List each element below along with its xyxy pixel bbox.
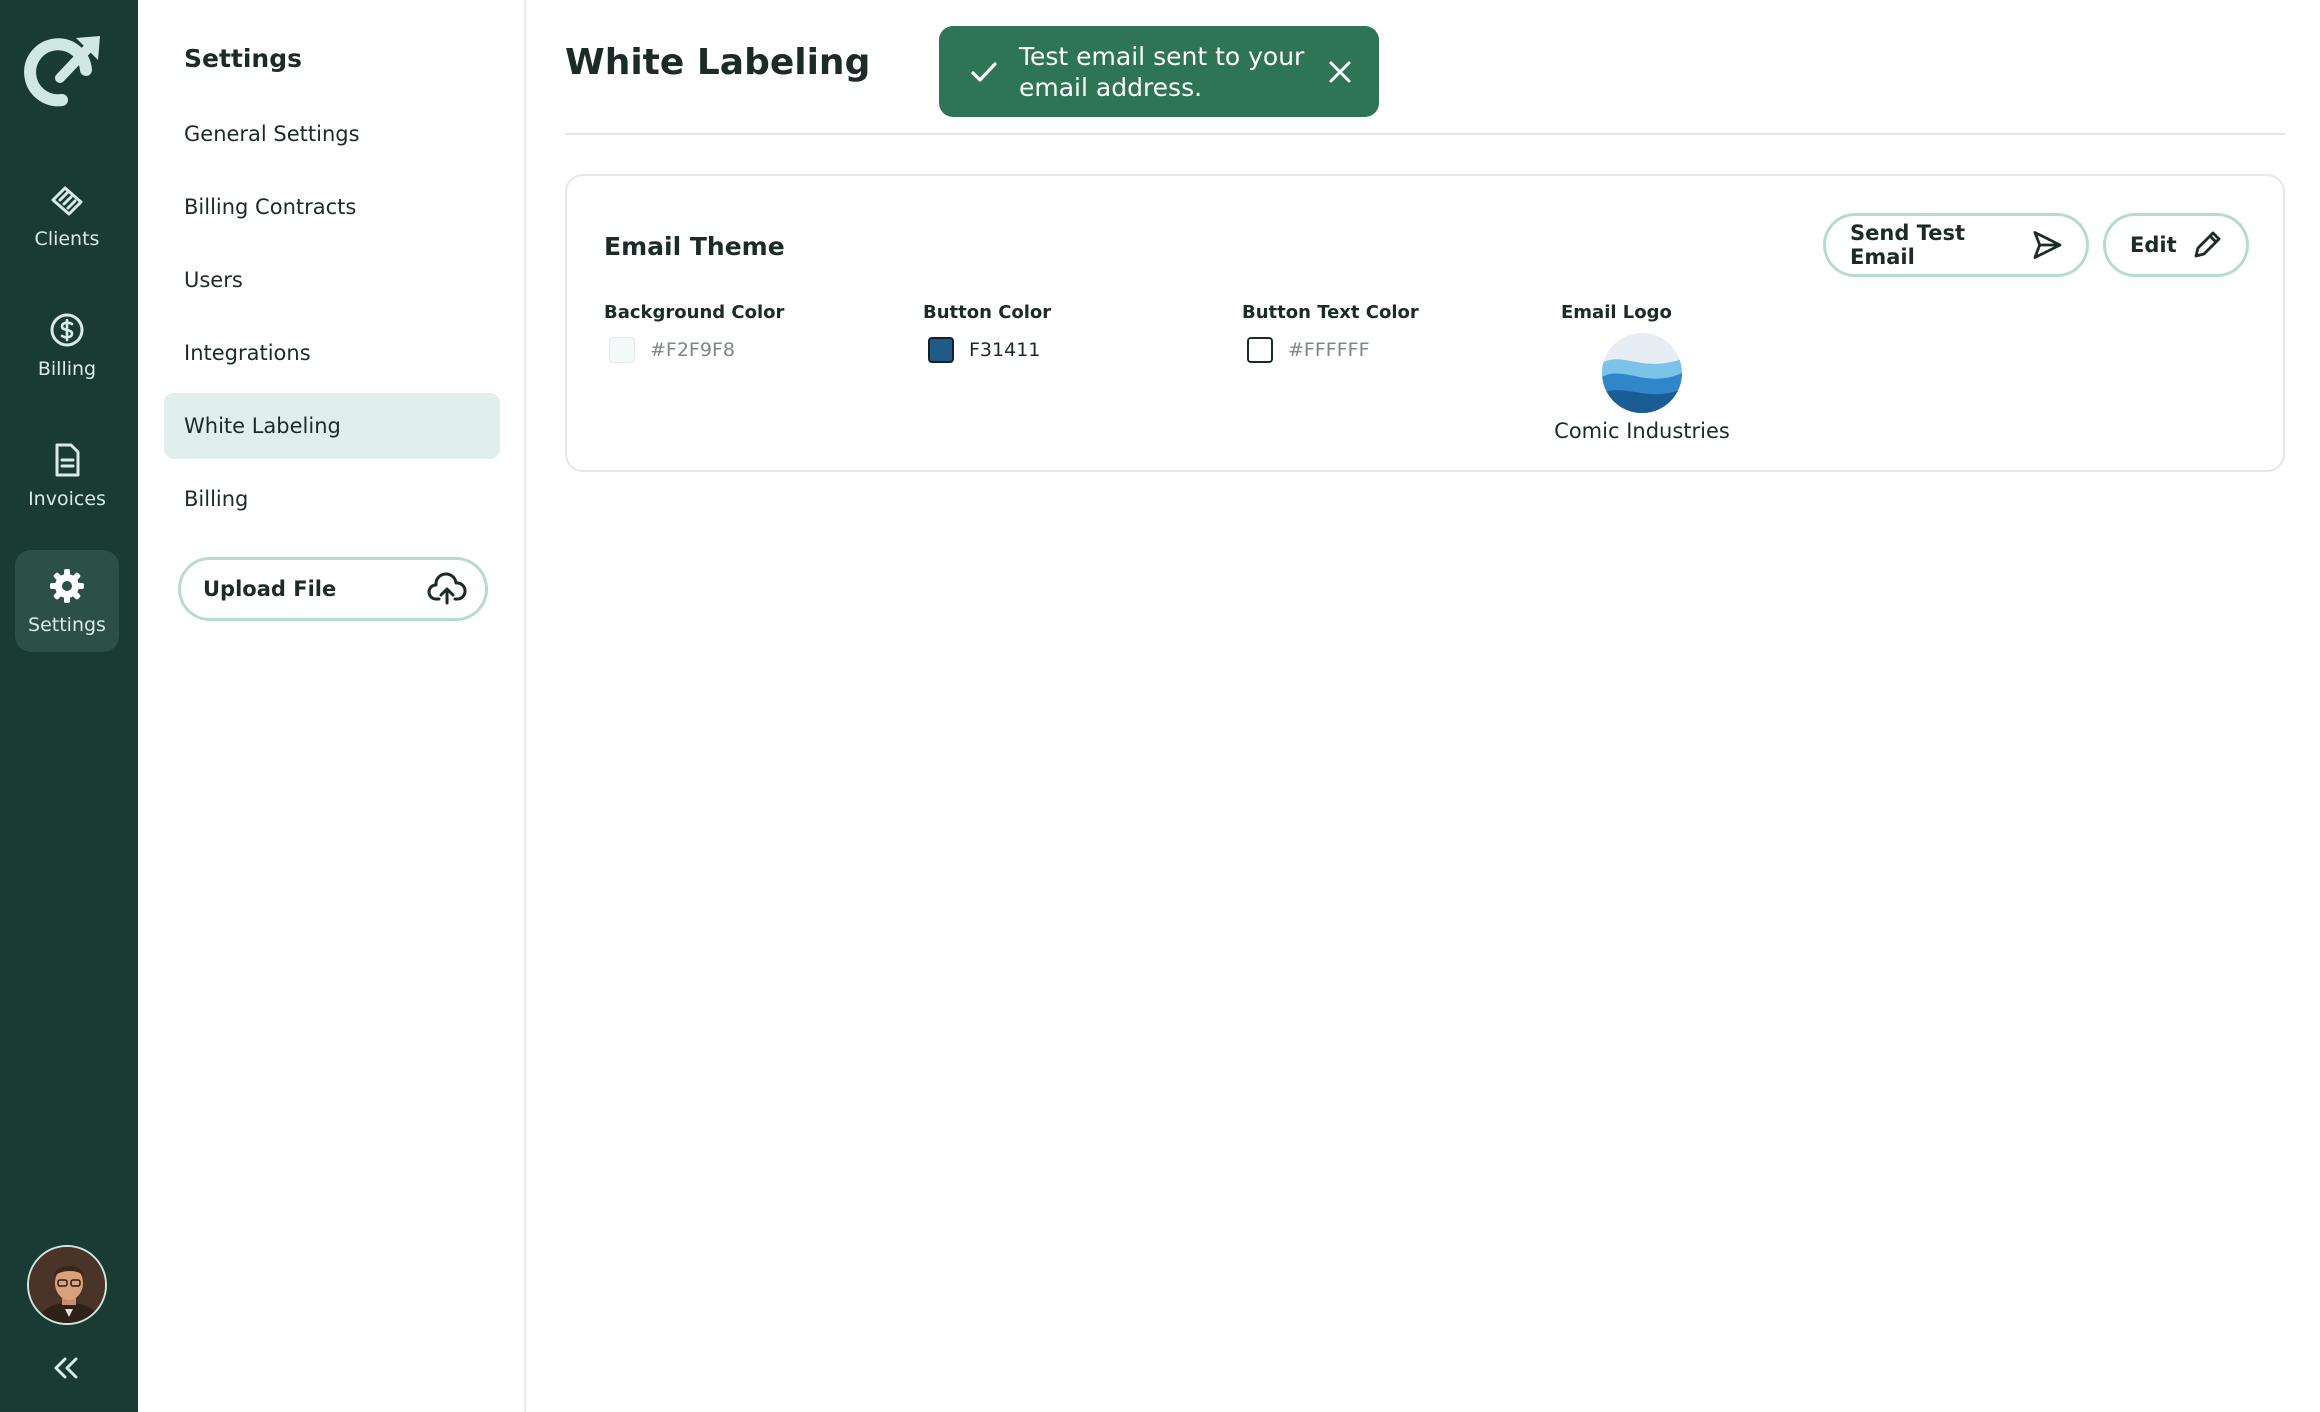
success-toast: Test email sent to your email address.: [939, 26, 1379, 117]
field-button-color: Button Color F31411: [923, 302, 1051, 363]
upload-file-button[interactable]: Upload File: [178, 557, 488, 621]
settings-nav-integrations[interactable]: Integrations: [164, 320, 500, 386]
settings-nav-general-settings[interactable]: General Settings: [164, 101, 500, 167]
upload-file-label: Upload File: [203, 577, 337, 601]
settings-panel-title: Settings: [184, 44, 303, 73]
settings-nav-users[interactable]: Users: [164, 247, 500, 313]
field-label: Background Color: [604, 302, 785, 323]
dollar-circle-icon: [50, 313, 84, 347]
toast-message: Test email sent to your email address.: [1019, 41, 1305, 102]
collapse-sidebar-icon[interactable]: [48, 1350, 84, 1386]
nav-item-label: Billing Contracts: [184, 195, 357, 219]
settings-nav-billing-contracts[interactable]: Billing Contracts: [164, 174, 500, 240]
color-swatch: [609, 337, 635, 363]
field-label: Email Logo: [1561, 302, 1672, 323]
nav-item-label: Integrations: [184, 341, 311, 365]
wave-logo-icon: [1602, 333, 1682, 413]
color-swatch: [928, 337, 954, 363]
field-email-logo: Email Logo Comic Industries: [1554, 302, 1730, 443]
settings-nav-billing[interactable]: Billing: [164, 466, 500, 532]
cloud-upload-icon: [427, 572, 467, 605]
edit-label: Edit: [2130, 233, 2177, 257]
document-icon: [55, 443, 80, 477]
rail-item-label: Settings: [28, 614, 106, 636]
app-logo-icon[interactable]: [24, 28, 108, 112]
field-label: Button Color: [923, 302, 1052, 323]
email-theme-card: Email Theme Send Test Email Edit Backgro…: [565, 174, 2285, 472]
settings-panel: Settings General Settings Billing Contra…: [138, 0, 526, 1412]
send-test-email-label: Send Test Email: [1850, 221, 1965, 269]
email-logo-image: [1602, 333, 1682, 413]
title-divider: [565, 133, 2285, 135]
page-title: White Labeling: [565, 42, 871, 83]
send-icon: [2033, 231, 2062, 259]
rail-item-label: Clients: [34, 228, 100, 250]
nav-item-label: Users: [184, 268, 243, 292]
field-value: #FFFFFF: [1288, 339, 1370, 361]
main-content: White Labeling Test email sent to your e…: [526, 0, 2320, 1412]
settings-nav-white-labeling[interactable]: White Labeling: [164, 393, 500, 459]
rail-item-billing[interactable]: Billing: [15, 294, 119, 396]
pencil-icon: [2194, 231, 2221, 258]
nav-item-label: Billing: [184, 487, 249, 511]
handshake-icon: [51, 186, 83, 216]
field-label: Button Text Color: [1242, 302, 1419, 323]
card-title: Email Theme: [604, 232, 785, 261]
rail-item-invoices[interactable]: Invoices: [15, 424, 119, 526]
email-logo-name: Comic Industries: [1554, 419, 1730, 443]
rail-item-clients[interactable]: Clients: [15, 164, 119, 266]
rail-item-label: Billing: [37, 358, 97, 380]
field-value: #F2F9F8: [650, 339, 735, 361]
color-swatch: [1247, 337, 1273, 363]
user-avatar[interactable]: [27, 1245, 107, 1325]
edit-button[interactable]: Edit: [2103, 213, 2249, 277]
field-value: F31411: [969, 339, 1041, 361]
rail-item-settings[interactable]: Settings: [15, 550, 119, 652]
field-background-color: Background Color #F2F9F8: [604, 302, 784, 363]
app-rail: Clients Billing Invoices Settings: [0, 0, 138, 1412]
nav-item-label: White Labeling: [184, 414, 341, 438]
gear-icon: [50, 569, 84, 603]
nav-item-label: General Settings: [184, 122, 360, 146]
check-icon: [971, 61, 997, 82]
field-button-text-color: Button Text Color #FFFFFF: [1242, 302, 1419, 363]
user-photo: [29, 1247, 105, 1323]
send-test-email-button[interactable]: Send Test Email: [1823, 213, 2089, 277]
close-icon[interactable]: [1325, 57, 1355, 87]
rail-item-label: Invoices: [28, 488, 106, 510]
